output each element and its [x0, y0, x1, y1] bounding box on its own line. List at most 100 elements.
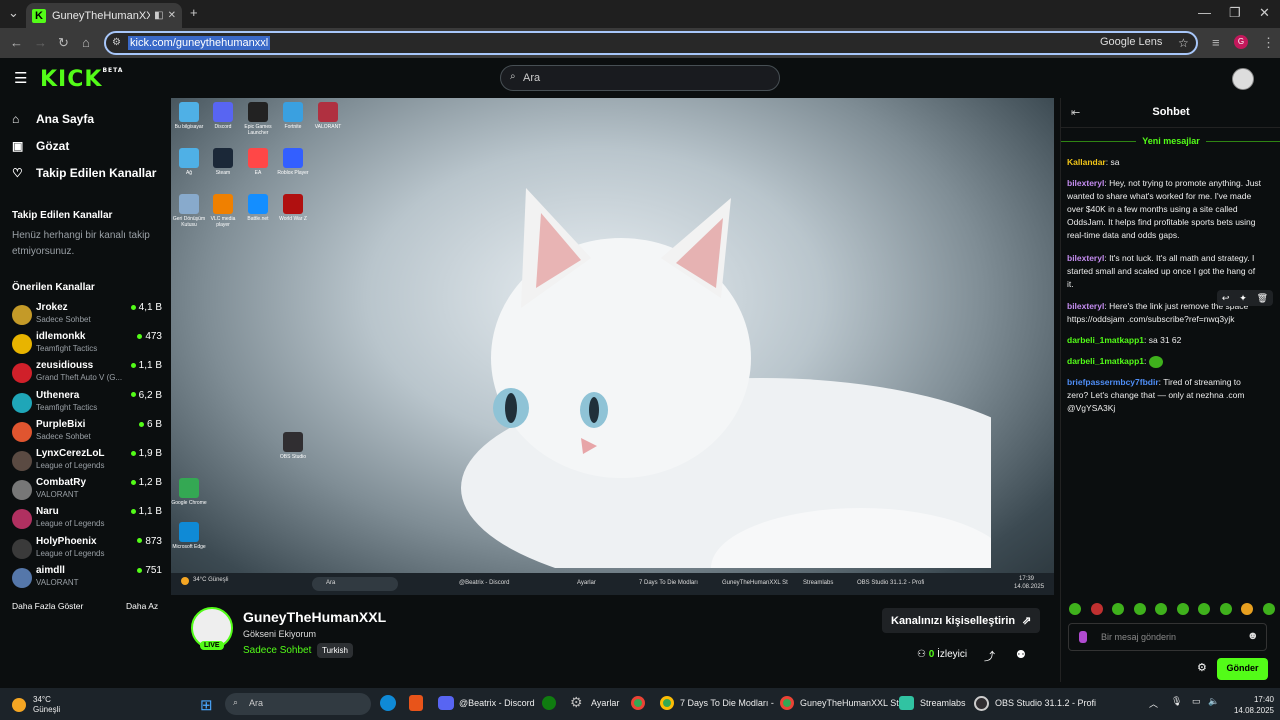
- user-avatar[interactable]: [1232, 68, 1254, 90]
- google-lens-button[interactable]: Google Lens: [1100, 36, 1162, 48]
- add-user-icon[interactable]: ⚉: [1016, 648, 1026, 661]
- taskbar-search[interactable]: ⌕ Ara: [225, 693, 371, 715]
- taskbar-app-7days[interactable]: 7 Days To Die Modları -: [680, 698, 774, 708]
- video-player[interactable]: Bu bilgisayar Discord Epic Games Launcher F…: [171, 98, 1054, 595]
- send-button[interactable]: Gönder: [1217, 658, 1268, 680]
- tab-close-icon[interactable]: ✕: [168, 10, 176, 21]
- tray-chevron-icon[interactable]: ︿: [1149, 697, 1158, 710]
- edge-icon[interactable]: [380, 695, 396, 711]
- tab-audio-icon[interactable]: ◧: [154, 10, 163, 21]
- chat-message[interactable]: bilexteryl: Hey, not trying to promote a…: [1067, 177, 1263, 242]
- nav-home[interactable]: ⌂ Ana Sayfa: [12, 112, 94, 126]
- emote-icon[interactable]: [1069, 603, 1081, 615]
- recommended-channel[interactable]: Uthenera Teamfight Tactics 6,2 B: [12, 390, 162, 418]
- chat-username[interactable]: darbeli_1matkapp1: [1067, 335, 1144, 345]
- emote-icon[interactable]: [1090, 603, 1103, 615]
- site-info-icon[interactable]: ⚙: [112, 37, 121, 48]
- taskbar-app-streamlabs[interactable]: Streamlabs: [920, 698, 966, 708]
- chat-message[interactable]: bilexteryl: It's not luck. It's all math…: [1067, 252, 1263, 291]
- chat-input[interactable]: Bir mesaj gönderin ☻: [1068, 623, 1267, 651]
- taskbar-app-discord[interactable]: @Beatrix - Discord: [459, 698, 535, 708]
- brave-icon[interactable]: [409, 695, 423, 711]
- forward-icon[interactable]: →: [34, 35, 47, 50]
- recommended-channel[interactable]: CombatRy VALORANT 1,2 B: [12, 477, 162, 505]
- emote-icon[interactable]: [1112, 603, 1125, 615]
- recommended-channel[interactable]: HolyPhoenix League of Legends 873: [12, 536, 162, 564]
- stream-category[interactable]: Sadece Sohbet: [243, 645, 311, 656]
- chat-message[interactable]: darbeli_1matkapp1:: [1067, 355, 1263, 368]
- chat-settings-icon[interactable]: ⚙: [1197, 661, 1207, 674]
- discord-icon[interactable]: [438, 696, 454, 710]
- share-icon[interactable]: ⤴: [984, 648, 995, 664]
- browser-tab[interactable]: K GuneyTheHumanXXL Strea ◧ ✕: [26, 3, 182, 28]
- home-icon[interactable]: ⌂: [82, 35, 90, 50]
- emote-icon[interactable]: [1262, 603, 1275, 615]
- taskbar-app-settings[interactable]: Ayarlar: [591, 698, 619, 708]
- mic-icon[interactable]: [1079, 631, 1087, 643]
- maximize-icon[interactable]: ❐: [1229, 5, 1241, 21]
- chat-username[interactable]: briefpassermbcy7fbdir: [1067, 377, 1159, 387]
- network-icon[interactable]: ▭: [1192, 696, 1201, 707]
- new-tab-icon[interactable]: +: [190, 5, 198, 20]
- chat-message[interactable]: Kallandar: sa: [1067, 156, 1263, 169]
- reading-list-icon[interactable]: ≡: [1212, 35, 1220, 50]
- nav-following[interactable]: ♡ Takip Edilen Kanallar: [12, 166, 156, 180]
- chat-username[interactable]: bilexteryl: [1067, 301, 1104, 311]
- emote-icon[interactable]: [1219, 603, 1232, 615]
- recommended-channel[interactable]: aimdll VALORANT 751: [12, 565, 162, 593]
- chat-username[interactable]: darbeli_1matkapp1: [1067, 356, 1144, 366]
- nav-browse[interactable]: ▣ Gözat: [12, 139, 69, 153]
- recommended-channel[interactable]: idlemonkk Teamfight Tactics 473: [12, 331, 162, 359]
- recommended-channel[interactable]: PurpleBixi Sadece Sohbet 6 B: [12, 419, 162, 447]
- profile-avatar[interactable]: G: [1234, 35, 1248, 49]
- emote-icon[interactable]: [1198, 603, 1211, 615]
- tab-list-icon[interactable]: ⌄: [8, 5, 19, 21]
- show-less-link[interactable]: Daha Az: [126, 601, 158, 611]
- back-icon[interactable]: ←: [10, 35, 23, 50]
- minimize-icon[interactable]: —: [1198, 5, 1211, 20]
- emote-icon[interactable]: [1133, 603, 1146, 615]
- chat-message[interactable]: briefpassermbcy7fbdir: Tired of streamin…: [1067, 376, 1263, 415]
- language-tag[interactable]: Turkish: [317, 643, 353, 658]
- browser-menu-icon[interactable]: ⋮: [1262, 35, 1275, 51]
- chrome-7days-icon[interactable]: [660, 696, 674, 710]
- channel-name[interactable]: GuneyTheHumanXXL: [243, 609, 386, 625]
- volume-icon[interactable]: 🔈: [1208, 696, 1219, 707]
- windows-start-icon[interactable]: ⊞: [200, 696, 213, 714]
- url-field[interactable]: ⚙ kick.com/guneythehumanxxl Google Lens …: [104, 31, 1198, 55]
- mic-tray-icon[interactable]: 🎙: [1171, 696, 1182, 707]
- chat-username[interactable]: bilexteryl: [1067, 253, 1104, 263]
- chat-message[interactable]: darbeli_1matkapp1: sa 31 62: [1067, 334, 1263, 347]
- kick-logo[interactable]: KICKBETA: [40, 67, 123, 92]
- weather-widget[interactable]: 34°C Güneşli: [12, 695, 60, 715]
- streamlabs-icon[interactable]: [899, 696, 914, 710]
- emote-icon[interactable]: [1176, 603, 1189, 615]
- taskbar-app-kick[interactable]: GuneyTheHumanXXL St: [800, 698, 899, 708]
- pin-icon[interactable]: ✦: [1239, 293, 1247, 304]
- reload-icon[interactable]: ↻: [58, 35, 69, 51]
- close-window-icon[interactable]: ✕: [1259, 5, 1270, 21]
- emoji-icon[interactable]: ☻: [1247, 630, 1259, 642]
- settings-icon[interactable]: ⚙: [570, 694, 583, 711]
- delete-icon[interactable]: 🗑: [1257, 293, 1268, 304]
- search-input[interactable]: ⌕ Ara: [500, 65, 780, 91]
- hamburger-menu-icon[interactable]: ☰: [14, 69, 27, 87]
- customize-channel-button[interactable]: Kanalınızı kişiselleştirin ⇗: [882, 608, 1041, 633]
- url-text[interactable]: kick.com/guneythehumanxxl: [128, 36, 271, 50]
- recommended-channel[interactable]: Jrokez Sadece Sohbet 4,1 B: [12, 302, 162, 330]
- obs-icon[interactable]: [974, 696, 989, 711]
- recommended-channel[interactable]: zeusidiouss Grand Theft Auto V (G... 1,1 B: [12, 360, 162, 388]
- xbox-icon[interactable]: [542, 696, 556, 710]
- reply-icon[interactable]: ↩: [1222, 293, 1230, 304]
- recommended-channel[interactable]: LynxCerezLoL League of Legends 1,9 B: [12, 448, 162, 476]
- bookmark-star-icon[interactable]: ☆: [1178, 36, 1189, 50]
- chat-username[interactable]: Kallandar: [1067, 157, 1106, 167]
- emote-icon[interactable]: [1155, 603, 1168, 615]
- chat-username[interactable]: bilexteryl: [1067, 178, 1104, 188]
- chrome-icon[interactable]: [631, 696, 645, 710]
- show-more-link[interactable]: Daha Fazla Göster: [12, 601, 83, 611]
- taskbar-app-obs[interactable]: OBS Studio 31.1.2 - Profi: [995, 698, 1096, 708]
- recommended-channel[interactable]: Naru League of Legends 1,1 B: [12, 506, 162, 534]
- chrome-kick-icon[interactable]: [780, 696, 794, 710]
- system-clock[interactable]: 17:40 14.08.2025: [1228, 694, 1274, 716]
